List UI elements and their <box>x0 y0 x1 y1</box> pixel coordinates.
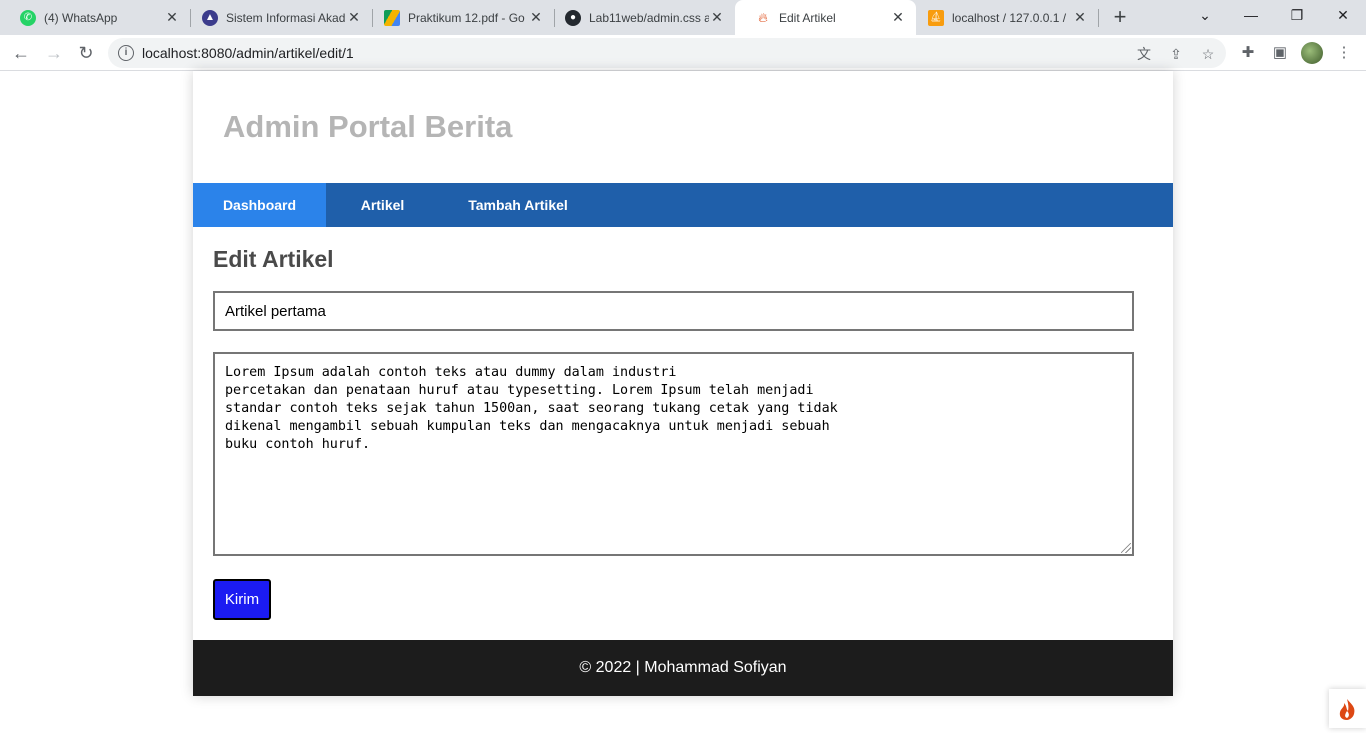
minimize-button[interactable]: — <box>1228 0 1274 30</box>
restore-button[interactable]: ❐ <box>1274 0 1320 30</box>
share-icon[interactable]: ⇪ <box>1168 46 1184 62</box>
codeigniter-flame-icon <box>1339 699 1355 720</box>
new-tab-button[interactable]: + <box>1108 6 1132 30</box>
tab-search-icon[interactable]: ⌄ <box>1182 0 1228 30</box>
submit-button[interactable]: Kirim <box>213 579 271 620</box>
back-icon[interactable]: ← <box>9 41 33 65</box>
nav-tambah-artikel[interactable]: Tambah Artikel <box>439 183 597 227</box>
forward-icon[interactable]: → <box>42 41 66 65</box>
tab-whatsapp[interactable]: ✆ (4) WhatsApp ✕ <box>0 0 190 35</box>
reload-icon[interactable]: ↻ <box>74 41 98 65</box>
site-info-icon[interactable]: i <box>118 45 134 61</box>
codeigniter-debug-toolbar-button[interactable] <box>1329 689 1366 728</box>
tab-separator <box>1098 9 1099 27</box>
footer-copyright: © 2022 | Mohammad Sofiyan <box>579 659 787 676</box>
main-nav: Dashboard Artikel Tambah Artikel <box>193 183 1173 227</box>
site-header: Admin Portal Berita <box>193 71 1173 183</box>
tab-title: (4) WhatsApp <box>44 10 118 25</box>
article-body-textarea[interactable]: Lorem Ipsum adalah contoh teks atau dumm… <box>213 352 1134 556</box>
tab-phpmyadmin[interactable]: ⛵︎ localhost / 127.0.0.1 / ✕ <box>908 0 1098 35</box>
tab-praktikum-pdf[interactable]: Praktikum 12.pdf - Go ✕ <box>364 0 554 35</box>
tab-title: localhost / 127.0.0.1 / <box>952 10 1067 25</box>
page-viewport: Admin Portal Berita Dashboard Artikel Ta… <box>0 71 1366 728</box>
textarea-resize-handle[interactable] <box>1121 543 1131 553</box>
close-icon[interactable]: ✕ <box>346 9 362 26</box>
tab-title: Edit Artikel <box>779 10 836 25</box>
codeigniter-icon: 🔥︎ <box>758 9 768 25</box>
tab-sistem-informasi[interactable]: ▲ Sistem Informasi Akad ✕ <box>182 0 372 35</box>
article-title-input[interactable] <box>213 291 1134 331</box>
close-icon[interactable]: ✕ <box>164 9 180 26</box>
github-icon: ● <box>565 9 581 26</box>
close-icon[interactable]: ✕ <box>709 9 725 26</box>
nav-artikel[interactable]: Artikel <box>326 183 439 227</box>
window-close-button[interactable]: ✕ <box>1320 0 1366 30</box>
tab-title: Praktikum 12.pdf - Go <box>408 10 525 25</box>
university-icon: ▲ <box>202 9 218 26</box>
url-text[interactable]: localhost:8080/admin/artikel/edit/1 <box>142 45 354 61</box>
close-icon[interactable]: ✕ <box>890 9 906 26</box>
address-bar[interactable]: i localhost:8080/admin/artikel/edit/1 文 … <box>108 38 1226 68</box>
browser-toolbar: ← → ↻ i localhost:8080/admin/artikel/edi… <box>0 35 1366 71</box>
translate-icon[interactable]: 文 <box>1136 46 1152 62</box>
extensions-icon[interactable]: ✚ <box>1236 41 1260 65</box>
google-drive-icon <box>384 9 400 26</box>
tab-edit-artikel[interactable]: 🔥︎ Edit Artikel ✕ <box>735 0 916 35</box>
page-title: Edit Artikel <box>213 246 334 272</box>
site-title: Admin Portal Berita <box>223 109 513 144</box>
profile-avatar[interactable] <box>1301 42 1323 64</box>
nav-dashboard[interactable]: Dashboard <box>193 183 326 227</box>
close-icon[interactable]: ✕ <box>1072 9 1088 26</box>
tab-title: Lab11web/admin.css a <box>589 10 709 25</box>
tab-title: Sistem Informasi Akad <box>226 10 346 25</box>
site-footer: © 2022 | Mohammad Sofiyan <box>193 640 1173 696</box>
edit-article-section: Edit Artikel Lorem Ipsum adalah contoh t… <box>193 227 1173 640</box>
tab-github[interactable]: ● Lab11web/admin.css a ✕ <box>545 0 735 35</box>
side-panel-icon[interactable]: ▣ <box>1268 41 1292 65</box>
menu-kebab-icon[interactable]: ⋮ <box>1332 41 1356 65</box>
phpmyadmin-icon: ⛵︎ <box>928 9 944 26</box>
whatsapp-icon: ✆ <box>20 9 36 26</box>
browser-tabstrip: ✆ (4) WhatsApp ✕ ▲ Sistem Informasi Akad… <box>0 0 1366 35</box>
bookmark-star-icon[interactable]: ☆ <box>1200 46 1216 62</box>
close-icon[interactable]: ✕ <box>528 9 544 26</box>
admin-container: Admin Portal Berita Dashboard Artikel Ta… <box>193 71 1173 696</box>
